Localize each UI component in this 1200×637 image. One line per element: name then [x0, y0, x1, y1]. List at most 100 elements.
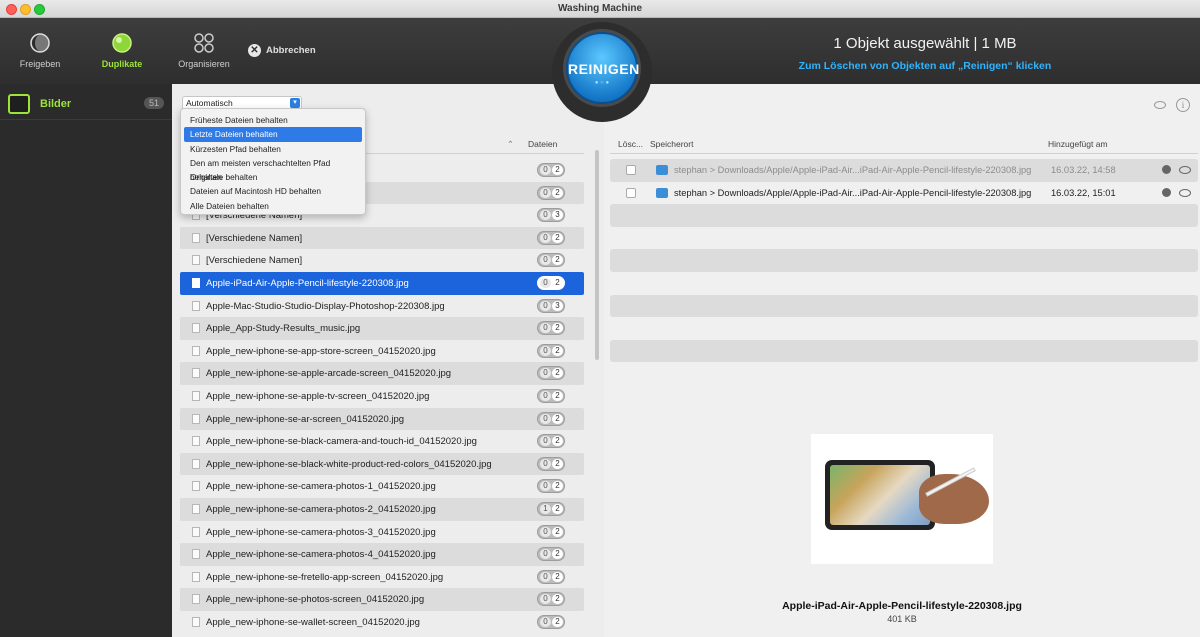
file-count-toggle[interactable]: 12	[537, 501, 565, 516]
list-scrollbar[interactable]	[595, 150, 599, 360]
list-item-name: Apple_new-iphone-se-apple-tv-screen_0415…	[206, 390, 430, 402]
total-count: 3	[552, 300, 563, 311]
document-icon	[192, 549, 200, 560]
list-item[interactable]: Apple_new-iphone-se-photos-screen_041520…	[180, 588, 584, 611]
selected-count: 0	[540, 549, 551, 560]
column-delete[interactable]: Lösc...	[618, 139, 643, 149]
document-icon	[192, 255, 200, 266]
tool-organisieren[interactable]: Organisieren	[174, 32, 234, 69]
list-item[interactable]: Apple-iPad-Air-Apple-Pencil-lifestyle-22…	[180, 271, 584, 295]
reveal-in-finder-icon[interactable]	[1162, 165, 1171, 174]
list-item-name: Apple-iPad-Air-Apple-Pencil-lifestyle-22…	[206, 277, 409, 289]
list-item[interactable]: Apple_new-iphone-se-camera-photos-4_0415…	[180, 543, 584, 566]
list-item-name: Apple_new-iphone-se-ar-screen_04152020.j…	[206, 413, 405, 425]
list-item-name: Apple_App-Study-Results_music.jpg	[206, 323, 361, 335]
quick-look-eye-icon[interactable]	[1179, 166, 1191, 174]
column-added[interactable]: Hinzugefügt am	[1048, 139, 1108, 149]
file-count-toggle[interactable]: 02	[537, 524, 565, 539]
eye-icon[interactable]	[1154, 101, 1166, 109]
total-count: 2	[552, 571, 563, 582]
selection-summary: 1 Objekt ausgewählt | 1 MB	[833, 35, 1017, 52]
total-count: 2	[552, 187, 563, 198]
list-item[interactable]: Apple_new-iphone-se-app-store-screen_041…	[180, 340, 584, 363]
cancel-label: Abbrechen	[266, 45, 316, 56]
list-item[interactable]: [Verschiedene Namen] 02	[180, 226, 584, 250]
delete-checkbox[interactable]	[626, 187, 636, 198]
location-row[interactable]: stephan > Downloads/Apple/Apple-iPad-Air…	[610, 159, 1198, 182]
total-count: 2	[552, 616, 563, 627]
column-files[interactable]: Dateien	[528, 139, 557, 149]
file-count-toggle[interactable]: 02	[537, 366, 565, 381]
empty-row	[610, 294, 1198, 318]
list-item[interactable]: Apple_new-iphone-se-fretello-app-screen_…	[180, 566, 584, 589]
selected-count: 0	[540, 413, 551, 424]
list-item[interactable]: Apple_new-iphone-se-camera-photos-2_0415…	[180, 497, 584, 521]
empty-row	[610, 204, 1198, 227]
cancel-button[interactable]: ✕ Abbrechen	[248, 44, 316, 57]
file-count-toggle[interactable]: 02	[537, 547, 565, 562]
column-location[interactable]: Speicherort	[650, 139, 693, 149]
file-count-toggle[interactable]: 02	[537, 388, 565, 403]
list-item[interactable]: Apple-Mac-Studio-Studio-Display-Photosho…	[180, 295, 584, 318]
menu-item[interactable]: Den am meisten verschachtelten Pfad beha…	[184, 156, 362, 182]
file-count-toggle[interactable]: 02	[537, 163, 565, 177]
quick-look-eye-icon[interactable]	[1179, 188, 1191, 197]
file-count-toggle[interactable]: 02	[537, 321, 565, 336]
reveal-in-finder-icon[interactable]	[1162, 187, 1171, 197]
document-icon	[192, 526, 200, 537]
list-item[interactable]: [Verschiedene Namen] 02	[180, 249, 584, 272]
list-item[interactable]: Apple_new-iphone-se-camera-photos-1_0415…	[180, 475, 584, 498]
clean-button[interactable]: REINIGEN ● ○ ●	[566, 32, 639, 104]
tool-freigeben[interactable]: Freigeben	[10, 32, 70, 69]
total-count: 2	[552, 481, 563, 492]
menu-item[interactable]: Alle Dateien behalten	[184, 199, 362, 213]
list-item[interactable]: Apple_new-iphone-se-black-camera-and-tou…	[180, 430, 584, 453]
location-path: stephan > Downloads/Apple/Apple-iPad-Air…	[674, 187, 1032, 198]
delete-checkbox[interactable]	[626, 165, 636, 175]
total-count: 2	[552, 277, 563, 288]
total-count: 2	[552, 323, 563, 334]
file-count-toggle[interactable]: 03	[537, 298, 565, 313]
selected-count: 0	[540, 481, 551, 492]
list-item-name: Apple_new-iphone-se-camera-photos-2_0415…	[206, 503, 436, 515]
menu-item[interactable]: Originale behalten	[184, 170, 362, 184]
document-icon	[192, 345, 200, 356]
tool-duplikate[interactable]: Duplikate	[92, 32, 152, 69]
list-item-name: Apple_new-iphone-se-camera-photos-1_0415…	[206, 481, 436, 493]
file-count-toggle[interactable]: 02	[537, 253, 565, 268]
file-count-toggle[interactable]: 02	[537, 343, 565, 358]
info-icon[interactable]: i	[1176, 98, 1190, 112]
location-row[interactable]: stephan > Downloads/Apple/Apple-iPad-Air…	[610, 182, 1198, 205]
selected-count: 0	[540, 323, 551, 334]
menu-item[interactable]: Früheste Dateien behalten	[184, 113, 362, 127]
selected-count: 0	[540, 210, 551, 221]
list-item[interactable]: Apple_App-Study-Results_music.jpg 0 2	[180, 317, 584, 340]
file-count-toggle[interactable]: 02	[537, 479, 565, 494]
file-count-toggle[interactable]: 02	[537, 230, 565, 245]
empty-row	[610, 317, 1198, 340]
document-icon	[192, 232, 200, 243]
list-item[interactable]: Apple_new-iphone-se-camera-photos-3_0415…	[180, 521, 584, 544]
list-item[interactable]: Apple_new-iphone-se-apple-arcade-screen_…	[180, 362, 584, 385]
file-count-toggle[interactable]: 02	[537, 569, 565, 584]
menu-item[interactable]: Kürzesten Pfad behalten	[184, 142, 362, 156]
file-count-toggle[interactable]: 03	[537, 208, 565, 223]
list-item[interactable]: Apple_new-iphone-se-ar-screen_04152020.j…	[180, 407, 584, 431]
file-count-toggle[interactable]: 02	[537, 592, 565, 607]
file-count-toggle[interactable]: 02	[537, 411, 565, 426]
file-count-toggle[interactable]: 02	[537, 614, 565, 629]
file-count-toggle[interactable]: 02	[537, 185, 565, 200]
file-count-toggle[interactable]: 02	[537, 456, 565, 471]
sidebar-item-bilder[interactable]: Bilder 51	[0, 90, 172, 120]
selected-count: 0	[540, 368, 551, 379]
list-item[interactable]: Apple_new-iphone-se-wallet-screen_041520…	[180, 611, 584, 634]
total-count: 2	[552, 165, 563, 175]
menu-item[interactable]: Letzte Dateien behalten	[184, 127, 362, 142]
menu-item[interactable]: Dateien auf Macintosh HD behalten	[184, 184, 362, 198]
file-count-toggle[interactable]: 02	[537, 275, 565, 290]
list-item-name: Apple_new-iphone-se-camera-photos-4_0415…	[206, 549, 436, 561]
list-item[interactable]: Apple_new-iphone-se-apple-tv-screen_0415…	[180, 385, 584, 408]
file-count-toggle[interactable]: 02	[537, 434, 565, 449]
list-item-name: Apple-Mac-Studio-Studio-Display-Photosho…	[206, 300, 445, 312]
list-item[interactable]: Apple_new-iphone-se-black-white-product-…	[180, 452, 584, 476]
